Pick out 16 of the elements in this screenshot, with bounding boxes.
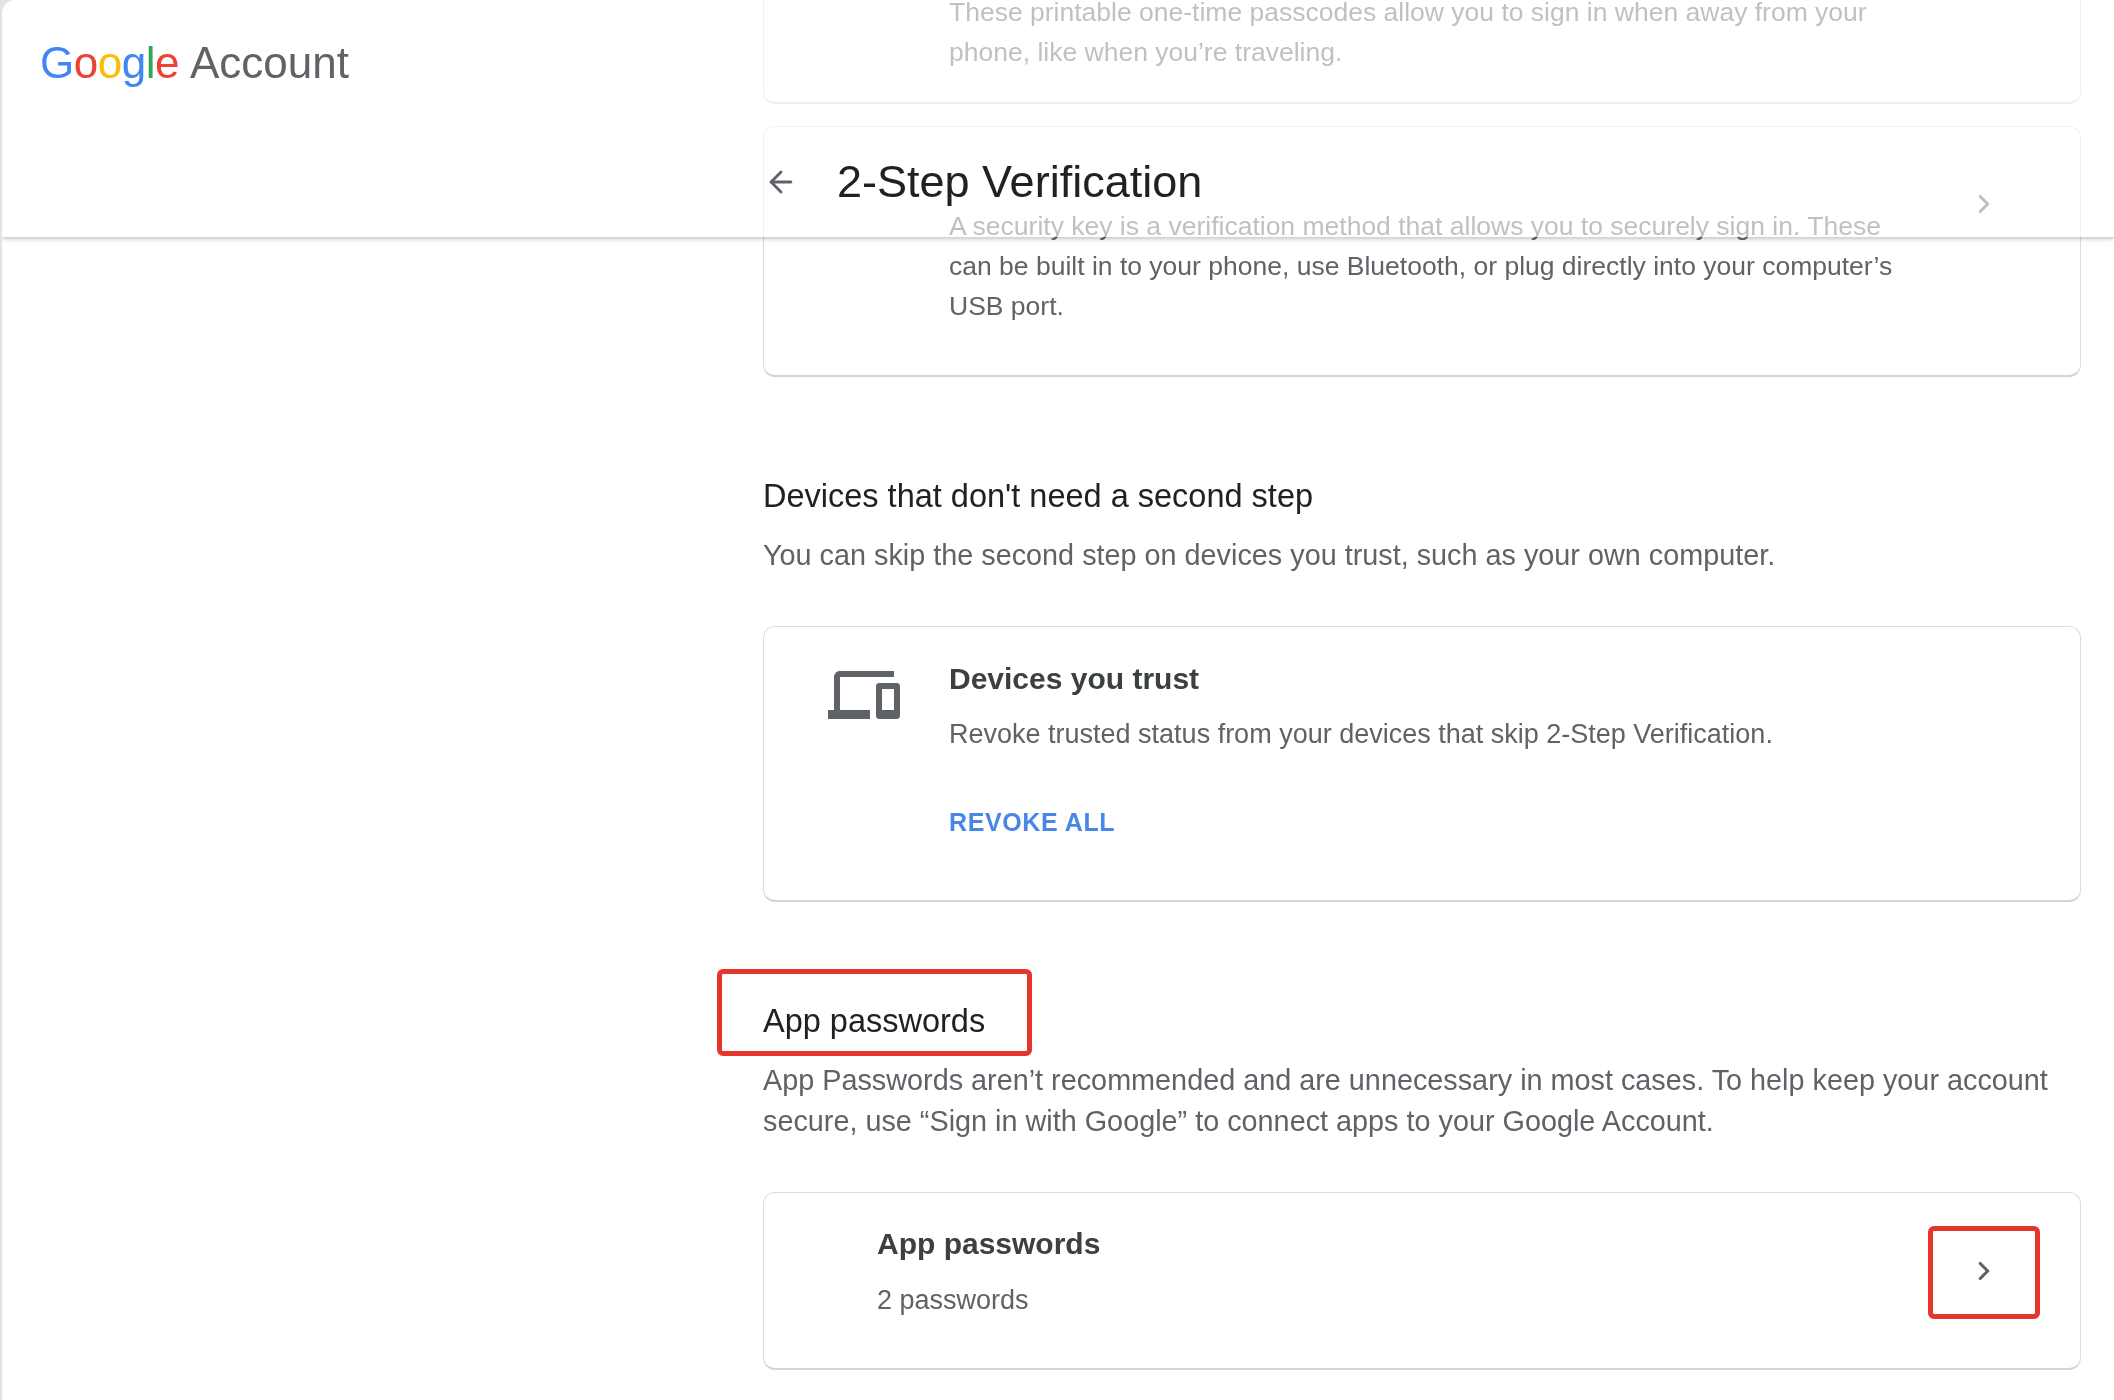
page-title: 2-Step Verification bbox=[837, 155, 1203, 209]
card-description: A security key is a verification method that allows you to securely sign in. These can be built in to your phone, use Bluetooth, or plug directly into your computer’s USB port. bbox=[949, 210, 1894, 323]
section-description: You can skip the second step on devices you trust, such as your own computer. bbox=[763, 538, 1777, 573]
settings-card[interactable]: App passwords 2 passwords bbox=[763, 1192, 2081, 1370]
google-logo: Google bbox=[40, 37, 179, 89]
card-title: Devices you trust bbox=[949, 661, 1200, 697]
section-heading: App passwords bbox=[763, 1002, 986, 1041]
card-subtitle: 2 passwords bbox=[877, 1284, 1029, 1317]
card-title: App passwords bbox=[877, 1226, 1101, 1262]
section-heading: Devices that don't need a second step bbox=[763, 477, 1314, 516]
card-description: These printable one-time passcodes allow you to sign in when away from your phone, like when you’re traveling. bbox=[949, 0, 1868, 69]
product-name: Account bbox=[189, 37, 349, 89]
section-description: App Passwords aren’t recommended and are unnecessary in most cases. To help keep your account secure, use “Sign in with Google” to connect apps to your Google Account. bbox=[763, 1063, 2049, 1139]
laptop-phone-icon bbox=[828, 671, 900, 719]
revoke-all-button[interactable]: REVOKE ALL bbox=[949, 798, 1116, 846]
card-description: Revoke trusted status from your devices that skip 2-Step Verification. bbox=[949, 718, 1773, 751]
